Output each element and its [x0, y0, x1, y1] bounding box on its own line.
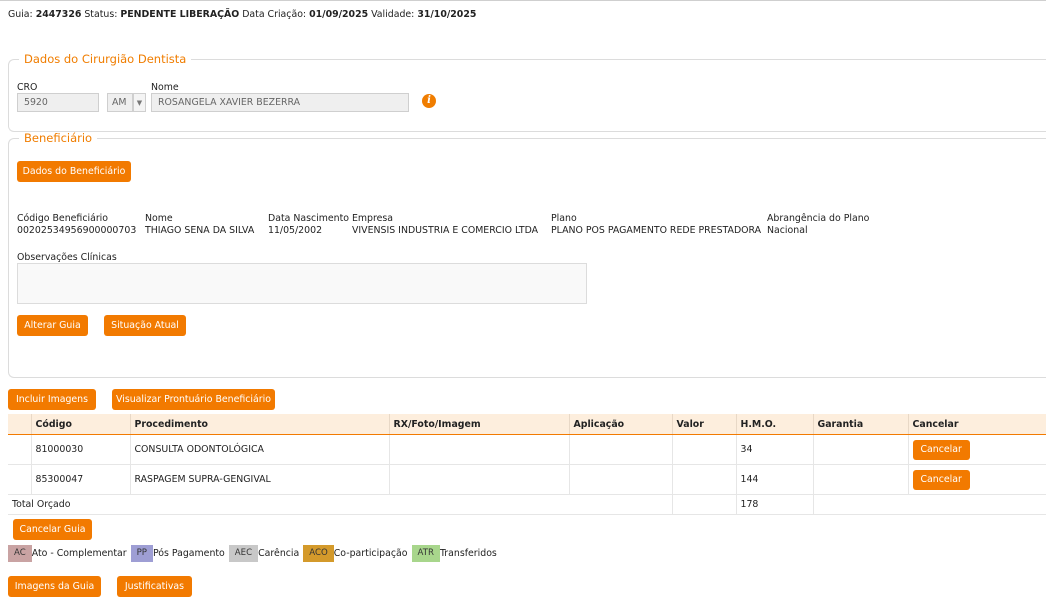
valor-cell — [672, 464, 737, 495]
visualizar-prontuario-button[interactable]: Visualizar Prontuário Beneficiário — [112, 389, 275, 410]
cancelar-procedimento-button[interactable]: Cancelar — [912, 469, 970, 490]
rx-cell — [389, 434, 570, 465]
rx-cell — [389, 464, 570, 495]
incluir-imagens-button[interactable]: Incluir Imagens — [8, 389, 96, 410]
col-header-procedimento: Procedimento — [130, 414, 390, 435]
nome-beneficiario-value: THIAGO SENA DA SILVA — [145, 225, 255, 236]
data-nascimento-label: Data Nascimento — [268, 213, 350, 224]
codigo-beneficiario-label: Código Beneficiário — [17, 213, 109, 224]
col-header-select — [8, 414, 32, 435]
nome-beneficiario-label: Nome — [145, 213, 173, 224]
cancelar-procedimento-button[interactable]: Cancelar — [912, 439, 970, 460]
valor-cell — [672, 434, 737, 465]
aplicacao-cell — [569, 464, 673, 495]
justificativas-button[interactable]: Justificativas — [117, 576, 192, 597]
legend-chip-aec: AEC — [228, 545, 259, 562]
plano: Plano PLANO POS PAGAMENTO REDE PRESTADOR… — [551, 213, 761, 237]
col-header-garantia: Garantia — [813, 414, 909, 435]
col-header-cancelar: Cancelar — [908, 414, 1046, 435]
dados-beneficiario-button[interactable]: Dados do Beneficiário — [17, 161, 131, 182]
nome-dentista-field[interactable]: ROSANGELA XAVIER BEZERRA — [151, 93, 409, 112]
legend-chip-atr: ATR — [411, 545, 440, 562]
beneficiario-section: Beneficiário — [8, 131, 1046, 378]
data-nascimento: Data Nascimento 11/05/2002 — [268, 213, 349, 237]
cancelar-cell: Cancelar — [908, 434, 1046, 465]
nome-beneficiario: Nome THIAGO SENA DA SILVA — [145, 213, 254, 237]
criacao-value: 01/09/2025 — [309, 9, 369, 20]
uf-dropdown-arrow[interactable]: ▼ — [133, 93, 146, 112]
plano-value: PLANO POS PAGAMENTO REDE PRESTADORA — [551, 225, 762, 236]
legend-chip-aco: ACO — [303, 545, 334, 562]
abrangencia-value: Nacional — [767, 225, 808, 236]
guia-number: 2447326 — [35, 9, 82, 20]
empresa-label: Empresa — [352, 213, 394, 224]
empresa-value: VIVENSIS INDUSTRIA E COMERCIO LTDA — [352, 225, 539, 236]
col-header-valor: Valor — [672, 414, 737, 435]
cro-label: CRO — [17, 82, 38, 93]
observacoes-textarea[interactable] — [17, 263, 587, 304]
dentista-legend: Dados do Cirurgião Dentista — [24, 52, 187, 66]
validade-value: 31/10/2025 — [417, 9, 477, 20]
aplicacao-cell — [569, 434, 673, 465]
garantia-cell — [813, 434, 909, 465]
total-label: Total Orçado — [8, 494, 673, 515]
garantia-cell — [813, 464, 909, 495]
abrangencia-label: Abrangência do Plano — [767, 213, 870, 224]
total-rest-cell — [813, 494, 1046, 515]
cancelar-guia-button[interactable]: Cancelar Guia — [13, 519, 92, 540]
codigo-beneficiario: Código Beneficiário 00202534956900000703 — [17, 213, 136, 237]
status-value: PENDENTE LIBERAÇÃO — [120, 9, 240, 20]
col-header-aplicacao: Aplicação — [569, 414, 673, 435]
procedimento-cell: RASPAGEM SUPRA-GENGIVAL — [130, 464, 390, 495]
table-row: 81000030 CONSULTA ODONTOLÓGICA 34 Cancel… — [8, 434, 1046, 465]
procedures-table: Código Procedimento RX/Foto/Imagem Aplic… — [8, 414, 1046, 515]
plano-label: Plano — [551, 213, 577, 224]
col-header-codigo: Código — [31, 414, 131, 435]
status-legend: AC Ato - Complementar PP Pós Pagamento AEC… — [8, 545, 498, 563]
cancelar-cell: Cancelar — [908, 464, 1046, 495]
situacao-atual-button[interactable]: Situação Atual — [104, 315, 186, 336]
guia-header: Guia: 2447326 Status: PENDENTE LIBERAÇÃO… — [8, 9, 476, 20]
procedimento-cell: CONSULTA ODONTOLÓGICA — [130, 434, 390, 465]
hmo-cell: 144 — [736, 464, 814, 495]
legend-chip-pp: PP — [130, 545, 153, 562]
row-select-cell — [8, 464, 32, 495]
legend-chip-ac: AC — [8, 545, 32, 562]
info-icon[interactable]: i — [422, 94, 436, 108]
legend-text-pp: Pós Pagamento — [152, 548, 225, 559]
legend-text-aco: Co-participação — [333, 548, 408, 559]
table-row: 85300047 RASPAGEM SUPRA-GENGIVAL 144 Can… — [8, 464, 1046, 495]
codigo-beneficiario-value: 00202534956900000703 — [17, 225, 137, 236]
imagens-guia-button[interactable]: Imagens da Guia — [8, 576, 101, 597]
validade-label: Validade: — [371, 9, 415, 20]
total-row: Total Orçado 178 — [8, 494, 1046, 515]
status-label: Status: — [84, 9, 118, 20]
uf-select[interactable]: AM — [107, 93, 133, 112]
table-header-row: Código Procedimento RX/Foto/Imagem Aplic… — [8, 414, 1046, 435]
codigo-cell: 85300047 — [31, 464, 131, 495]
chevron-down-icon: ▼ — [136, 99, 143, 107]
abrangencia: Abrangência do Plano Nacional — [767, 213, 869, 237]
row-select-cell — [8, 434, 32, 465]
legend-text-aec: Carência — [258, 548, 300, 559]
total-valor-cell — [672, 494, 737, 515]
col-header-rx: RX/Foto/Imagem — [389, 414, 570, 435]
col-header-hmo: H.M.O. — [736, 414, 814, 435]
criacao-label: Data Criação: — [242, 9, 307, 20]
alterar-guia-button[interactable]: Alterar Guia — [17, 315, 88, 336]
empresa: Empresa VIVENSIS INDUSTRIA E COMERCIO LT… — [352, 213, 538, 237]
legend-text-atr: Transferidos — [439, 548, 497, 559]
top-border — [0, 0, 1046, 3]
guia-label: Guia: — [8, 9, 33, 20]
cro-field[interactable]: 5920 — [17, 93, 99, 112]
observacoes-label: Observações Clínicas — [17, 252, 117, 263]
hmo-cell: 34 — [736, 434, 814, 465]
nome-dentista-label: Nome — [151, 82, 179, 93]
total-hmo: 178 — [736, 494, 814, 515]
data-nascimento-value: 11/05/2002 — [268, 225, 323, 236]
beneficiario-legend: Beneficiário — [24, 131, 93, 145]
legend-text-ac: Ato - Complementar — [31, 548, 127, 559]
codigo-cell: 81000030 — [31, 434, 131, 465]
